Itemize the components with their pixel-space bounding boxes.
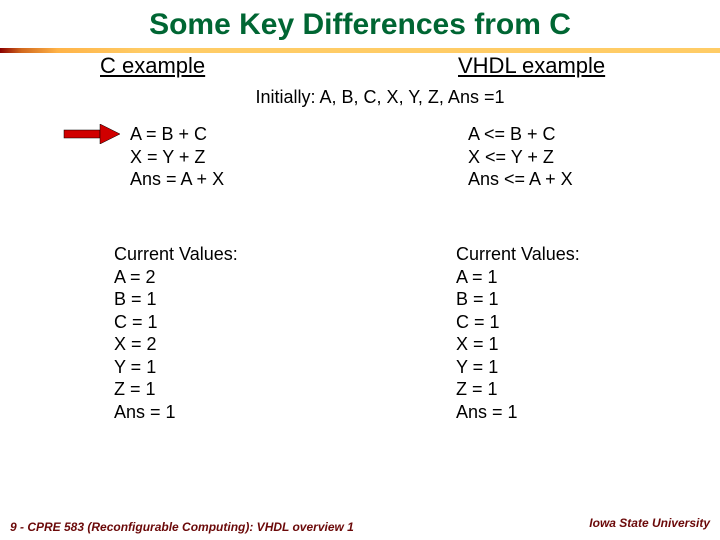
vhdl-example-header: VHDL example: [458, 53, 605, 79]
footer: 9 - CPRE 583 (Reconfigurable Computing):…: [10, 520, 710, 534]
c-code-block: A = B + C X = Y + Z Ans = A + X: [130, 123, 224, 191]
c-example-header: C example: [100, 53, 205, 79]
initial-values-text: Initially: A, B, C, X, Y, Z, Ans =1: [40, 87, 720, 108]
vhdl-code-block: A <= B + C X <= Y + Z Ans <= A + X: [468, 123, 573, 191]
highlight-arrow-icon: [62, 124, 120, 144]
slide-title: Some Key Differences from C: [0, 0, 720, 48]
footer-left-text: 9 - CPRE 583 (Reconfigurable Computing):…: [10, 520, 354, 534]
vhdl-current-values: Current Values: A = 1 B = 1 C = 1 X = 1 …: [456, 243, 580, 423]
content-area: C example VHDL example Initially: A, B, …: [0, 53, 720, 71]
c-current-values: Current Values: A = 2 B = 1 C = 1 X = 2 …: [114, 243, 238, 423]
footer-right-text: Iowa State University: [589, 516, 710, 530]
